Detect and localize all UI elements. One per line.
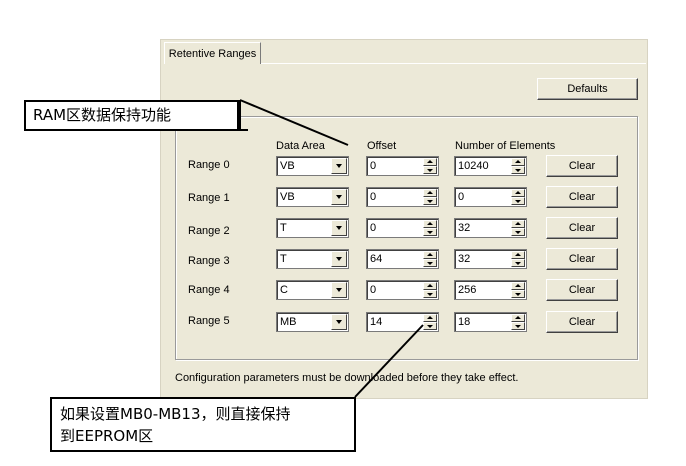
eeprom-callout-line-2: 到EEPROM区 bbox=[60, 427, 154, 445]
eeprom-callout-line-1: 如果设置MB0-MB13，则直接保持 bbox=[60, 405, 291, 423]
ram-retention-callout: RAM区数据保持功能 bbox=[24, 100, 239, 131]
eeprom-retention-callout: 如果设置MB0-MB13，则直接保持 到EEPROM区 bbox=[50, 397, 356, 452]
